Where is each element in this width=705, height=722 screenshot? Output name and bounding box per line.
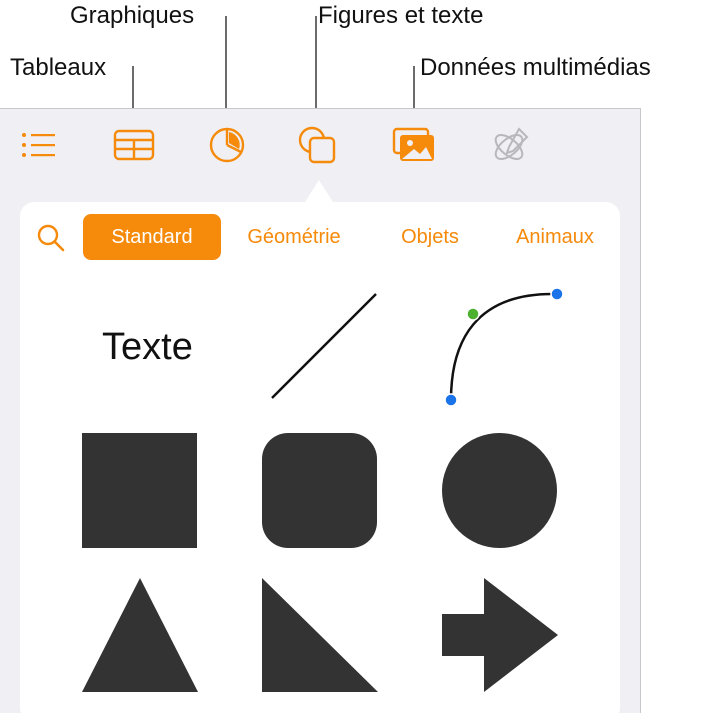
shapes-icon [298, 126, 336, 164]
tab-standard[interactable]: Standard [83, 214, 221, 260]
rounded-square-shape[interactable] [262, 433, 377, 548]
list-icon [22, 133, 55, 157]
chart-icon [209, 127, 245, 163]
media-button[interactable] [386, 121, 442, 169]
search-button[interactable] [36, 223, 66, 253]
callout-donnees-multimedias: Données multimédias [420, 54, 651, 81]
circle-shape[interactable] [442, 433, 557, 548]
window-edge [640, 108, 641, 713]
toolbar [0, 108, 640, 185]
media-icon [392, 127, 434, 161]
leader-line-graphiques [225, 16, 227, 120]
table-icon [113, 129, 155, 161]
tables-button[interactable] [106, 121, 162, 169]
line-shape[interactable] [262, 286, 386, 406]
callout-tableaux: Tableaux [10, 54, 107, 81]
tab-animaux[interactable]: Animaux [505, 214, 605, 260]
category-tabbar: Standard Géométrie Objets Animaux [20, 214, 620, 262]
tab-objets[interactable]: Objets [390, 214, 470, 260]
right-triangle-shape[interactable] [262, 578, 378, 692]
curve-shape[interactable] [435, 282, 570, 412]
shapes-button[interactable] [290, 121, 346, 169]
drawing-button[interactable] [483, 121, 539, 169]
text-shape[interactable]: Texte [102, 326, 193, 369]
triangle-shape[interactable] [82, 578, 198, 692]
charts-button[interactable] [199, 121, 255, 169]
callout-graphiques: Graphiques [70, 2, 195, 29]
list-button[interactable] [11, 121, 67, 169]
arrow-shape[interactable] [442, 578, 558, 692]
popover-arrow [305, 180, 333, 202]
tab-geometrie[interactable]: Géométrie [238, 214, 350, 260]
search-icon [37, 224, 65, 252]
drawing-icon [494, 127, 529, 160]
leader-line-figures [315, 16, 317, 120]
callout-figures-et-texte: Figures et texte [318, 2, 484, 29]
square-shape[interactable] [82, 433, 197, 548]
